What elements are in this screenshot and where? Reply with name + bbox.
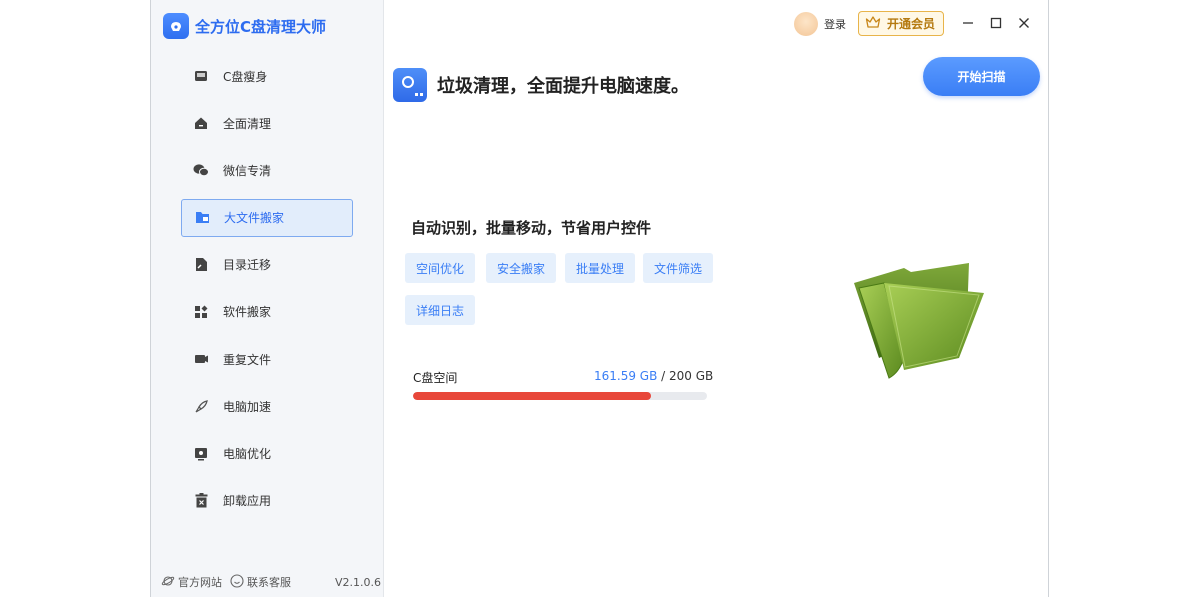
sidebar-item-full-clean[interactable]: 全面清理	[181, 104, 353, 142]
disk-separator: /	[657, 369, 670, 383]
disk-space-label: C盘空间	[413, 371, 458, 385]
sidebar-item-speedup[interactable]: 电脑加速	[181, 387, 353, 425]
sidebar-item-dir-migrate[interactable]: 目录迁移	[181, 246, 353, 284]
wechat-icon	[193, 162, 209, 178]
sidebar-item-label: 电脑加速	[223, 399, 272, 414]
brand: 全方位C盘清理大师	[163, 12, 326, 40]
tag-file-filter: 文件筛选	[643, 253, 714, 283]
sidebar-item-label: 目录迁移	[223, 258, 272, 273]
sidebar-item-optimize[interactable]: 电脑优化	[181, 435, 353, 473]
sidebar-item-label: 卸载应用	[223, 494, 272, 509]
tag-detail-log: 详细日志	[405, 295, 476, 325]
folder-move-icon	[194, 210, 210, 226]
sidebar-item-label: 软件搬家	[223, 305, 272, 320]
rocket-icon	[193, 398, 209, 414]
sidebar-item-software-move[interactable]: 软件搬家	[181, 293, 353, 331]
sidebar-item-duplicate[interactable]: 重复文件	[181, 340, 353, 378]
sidebar-item-label: 大文件搬家	[224, 211, 285, 226]
app-title: 全方位C盘清理大师	[195, 17, 327, 36]
file-migrate-icon	[193, 257, 209, 273]
sidebar-item-large-file-move[interactable]: 大文件搬家	[181, 198, 353, 237]
sidebar-item-label: 微信专清	[223, 163, 272, 178]
sidebar-item-label: 重复文件	[223, 352, 272, 367]
disk-usage-bar-fill	[413, 392, 651, 400]
headline: 垃圾清理，全面提升电脑速度。	[393, 68, 689, 102]
disk-used: 161.59 GB	[594, 369, 658, 383]
website-link[interactable]: 官方网站	[161, 574, 222, 591]
sidebar-item-label: C盘瘦身	[223, 69, 268, 84]
vip-button[interactable]: 开通会员	[858, 11, 944, 36]
close-button[interactable]	[1015, 14, 1033, 32]
sidebar-item-label: 电脑优化	[223, 447, 272, 461]
disk-total: 200 GB	[669, 369, 714, 383]
sidebar-item-label: 全面清理	[223, 116, 272, 131]
login-label: 登录	[824, 18, 846, 31]
tag-space-optimize: 空间优化	[405, 253, 476, 283]
top-bar: 登录 开通会员	[384, 0, 1048, 48]
tag-batch-process: 批量处理	[565, 253, 636, 283]
apps-move-icon	[193, 304, 209, 320]
sidebar-item-uninstall[interactable]: 卸载应用	[181, 482, 353, 520]
version-label: V2.1.0.6	[334, 575, 381, 589]
sidebar-footer: 官方网站 联系客服 V2.1.0.6	[161, 573, 381, 591]
page-title: 垃圾清理，全面提升电脑速度。	[437, 76, 689, 97]
app-window: 全方位C盘清理大师 C盘瘦身 全面清理 微信专清 大文件搬家 目录迁移 软件搬家…	[150, 0, 1049, 597]
support-link-label: 联系客服	[247, 576, 291, 589]
support-link[interactable]: 联系客服	[230, 573, 291, 591]
uninstall-icon	[193, 493, 209, 509]
minimize-button[interactable]	[959, 14, 977, 32]
vip-label: 开通会员	[887, 17, 936, 31]
tag-safe-move: 安全搬家	[486, 253, 557, 283]
planet-icon	[161, 574, 175, 591]
optimize-icon	[193, 446, 209, 462]
home-clean-icon	[193, 115, 209, 131]
app-logo-icon	[163, 13, 189, 39]
login-button[interactable]: 登录	[794, 12, 846, 36]
sidebar-nav: C盘瘦身 全面清理 微信专清 大文件搬家 目录迁移 软件搬家 重复文件 电脑加速…	[181, 57, 353, 529]
sidebar-item-wechat[interactable]: 微信专清	[181, 151, 353, 189]
maximize-button[interactable]	[987, 14, 1005, 32]
avatar	[794, 12, 818, 36]
crown-icon	[865, 14, 881, 33]
sidebar-item-c-slim[interactable]: C盘瘦身	[181, 57, 353, 95]
disk-slim-icon	[193, 68, 209, 84]
main-panel: 垃圾清理，全面提升电脑速度。 开始扫描 自动识别，批量移动，节省用户控件 空间优…	[384, 48, 1048, 597]
disk-icon	[393, 68, 427, 102]
website-link-label: 官方网站	[178, 576, 222, 589]
folder-illustration-icon	[849, 258, 989, 383]
duplicate-file-icon	[193, 351, 209, 367]
disk-space-value: 161.59 GB / 200 GB	[594, 369, 713, 383]
sidebar: 全方位C盘清理大师 C盘瘦身 全面清理 微信专清 大文件搬家 目录迁移 软件搬家…	[151, 0, 384, 597]
smiley-icon	[230, 573, 244, 591]
start-scan-button[interactable]: 开始扫描	[923, 57, 1040, 96]
disk-usage-bar	[413, 392, 707, 400]
feature-title: 自动识别，批量移动，节省用户控件	[411, 219, 652, 237]
